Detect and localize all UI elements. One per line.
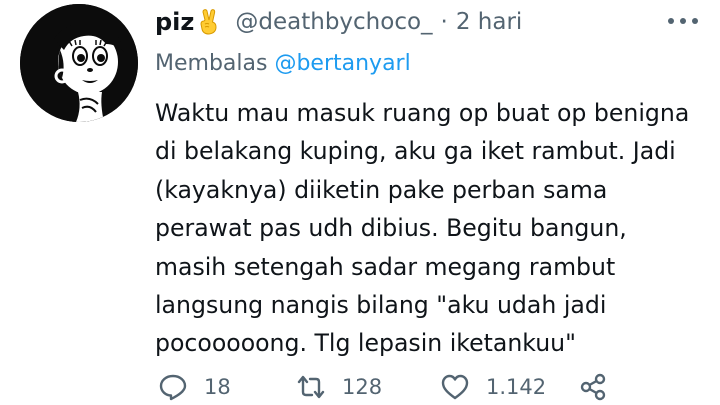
tweet-text-line: langsung nangis bilang "aku udah jadi (155, 291, 607, 320)
share-button[interactable] (578, 372, 608, 402)
reply-icon (159, 374, 187, 401)
like-count: 1.142 (486, 375, 547, 399)
tweet-actions: 18 128 1.142 (158, 372, 718, 405)
more-dot-icon (668, 18, 674, 24)
heart-icon (441, 374, 469, 400)
tweet-header: piz @deathbychoco_ · 2 hari (155, 4, 522, 40)
tweet-text-line: perawat pas udh dibius. Begitu bangun, (155, 214, 627, 243)
retweet-icon (297, 375, 325, 399)
retweet-button[interactable]: 128 (296, 372, 382, 402)
reply-count: 18 (204, 375, 231, 399)
reply-button[interactable]: 18 (158, 372, 231, 402)
tweet-text-line: masih setengah sadar megang rambut (155, 252, 616, 281)
tweet-timestamp[interactable]: 2 hari (456, 9, 522, 35)
share-icon (580, 373, 606, 401)
tweet-text-line: pocooooong. Tlg lepasin iketankuu" (155, 329, 576, 358)
retweet-count: 128 (342, 375, 383, 399)
more-options-button[interactable] (668, 8, 698, 34)
more-dot-icon (680, 18, 686, 24)
avatar[interactable] (20, 4, 138, 122)
tweet-text-line: Waktu mau masuk ruang op buat op benigna (155, 99, 690, 127)
tweet-text: Waktu mau masuk ruang op buat op benigna… (155, 94, 710, 363)
like-button[interactable]: 1.142 (440, 372, 546, 402)
tweet: piz @deathbychoco_ · 2 hari Membalas @be… (0, 0, 720, 405)
victory-hand-icon (197, 8, 221, 36)
display-name[interactable]: piz (155, 8, 194, 36)
replying-to-handle-link[interactable]: @bertanyarl (274, 51, 410, 76)
replying-to: Membalas @bertanyarl (155, 51, 411, 76)
avatar-image (20, 4, 138, 122)
author-handle[interactable]: @deathbychoco_ (235, 9, 432, 35)
more-dot-icon (692, 18, 698, 24)
tweet-text-line: di belakang kuping, aku ga iket rambut. … (155, 137, 676, 166)
replying-to-label: Membalas (155, 51, 268, 76)
tweet-text-line: (kayaknya) diiketin pake perban sama (155, 175, 608, 204)
separator-dot: · (440, 9, 448, 35)
